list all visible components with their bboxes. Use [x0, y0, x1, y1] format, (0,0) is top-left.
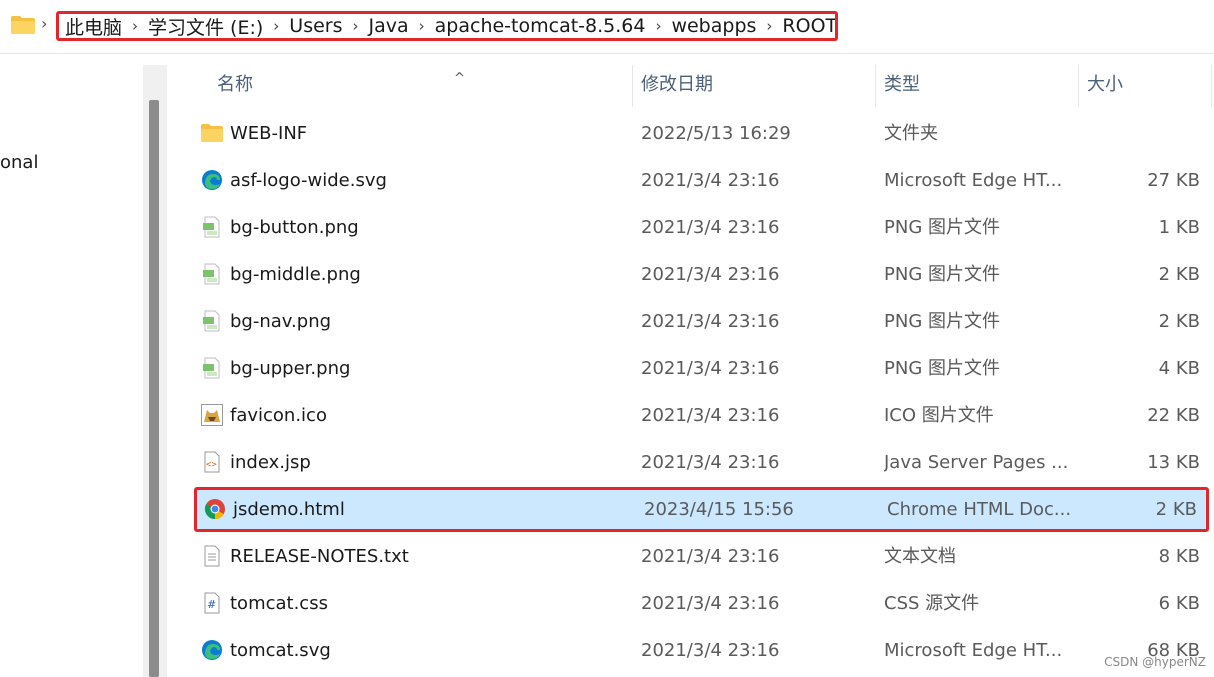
- column-divider[interactable]: [1211, 65, 1212, 107]
- file-date-modified: 2021/3/4 23:16: [641, 452, 780, 473]
- file-type: ICO 图片文件: [884, 405, 994, 426]
- file-row[interactable]: favicon.ico 2021/3/4 23:16 ICO 图片文件 22 KB: [194, 393, 1209, 438]
- file-size: 27 KB: [1147, 170, 1200, 191]
- breadcrumb-item[interactable]: Users: [289, 15, 342, 37]
- file-type: Java Server Pages ...: [884, 452, 1069, 473]
- chevron-right-icon[interactable]: ›: [132, 17, 138, 35]
- file-type: Chrome HTML Doc...: [887, 499, 1072, 520]
- file-name: bg-button.png: [230, 217, 359, 238]
- file-name: jsdemo.html: [233, 499, 345, 520]
- file-size: 13 KB: [1147, 452, 1200, 473]
- chevron-right-icon[interactable]: ›: [353, 17, 359, 35]
- file-date-modified: 2022/5/13 16:29: [641, 123, 791, 144]
- column-type[interactable]: 类型: [875, 65, 1078, 107]
- file-size: 2 KB: [1158, 311, 1200, 332]
- file-type: PNG 图片文件: [884, 217, 1000, 238]
- file-row[interactable]: bg-upper.png 2021/3/4 23:16 PNG 图片文件 4 KB: [194, 346, 1209, 391]
- file-name: index.jsp: [230, 452, 311, 473]
- file-name: tomcat.css: [230, 593, 328, 614]
- chevron-right-icon[interactable]: ›: [41, 14, 47, 33]
- file-date-modified: 2021/3/4 23:16: [641, 640, 780, 661]
- breadcrumb-item[interactable]: 学习文件 (E:): [148, 14, 263, 39]
- svg-text:#: #: [207, 598, 216, 611]
- file-date-modified: 2021/3/4 23:16: [641, 546, 780, 567]
- svg-text:<>: <>: [206, 460, 217, 470]
- file-row[interactable]: bg-button.png 2021/3/4 23:16 PNG 图片文件 1 KB: [194, 205, 1209, 250]
- address-bar: › 此电脑 › 学习文件 (E:) › Users › Java › apache-tomcat…: [0, 0, 1214, 54]
- file-name: RELEASE-NOTES.txt: [230, 546, 409, 567]
- file-type: Microsoft Edge HT...: [884, 170, 1063, 191]
- file-type: 文本文档: [884, 546, 956, 567]
- file-size: 8 KB: [1158, 546, 1200, 567]
- breadcrumb-item[interactable]: webapps: [671, 15, 756, 37]
- breadcrumb-item[interactable]: apache-tomcat-8.5.64: [435, 15, 646, 37]
- column-header: 名称 ^ 修改日期 类型 大小: [168, 65, 1214, 107]
- column-name-label: 名称: [217, 74, 253, 95]
- file-date-modified: 2023/4/15 15:56: [644, 499, 794, 520]
- watermark: CSDN @hyperNZ: [1104, 655, 1206, 669]
- sort-ascending-icon: ^: [454, 71, 465, 86]
- column-type-label: 类型: [884, 74, 920, 95]
- file-size: 4 KB: [1158, 358, 1200, 379]
- file-list: 名称 ^ 修改日期 类型 大小 WEB-INF 2022/5/13 16:29 文件…: [168, 54, 1214, 677]
- file-date-modified: 2021/3/4 23:16: [641, 217, 780, 238]
- file-type: PNG 图片文件: [884, 358, 1000, 379]
- file-date-modified: 2021/3/4 23:16: [641, 593, 780, 614]
- chevron-right-icon[interactable]: ›: [419, 17, 425, 35]
- file-type: PNG 图片文件: [884, 311, 1000, 332]
- column-modified[interactable]: 修改日期: [632, 65, 875, 107]
- file-row[interactable]: # tomcat.css 2021/3/4 23:16 CSS 源文件 6 KB: [194, 581, 1209, 626]
- column-size[interactable]: 大小: [1078, 65, 1211, 107]
- chevron-right-icon[interactable]: ›: [766, 17, 772, 35]
- file-date-modified: 2021/3/4 23:16: [641, 311, 780, 332]
- column-size-label: 大小: [1087, 74, 1123, 95]
- file-date-modified: 2021/3/4 23:16: [641, 264, 780, 285]
- breadcrumb: 此电脑 › 学习文件 (E:) › Users › Java › apache-tomcat-8…: [56, 11, 838, 41]
- file-name: bg-middle.png: [230, 264, 361, 285]
- file-type: PNG 图片文件: [884, 264, 1000, 285]
- file-name: asf-logo-wide.svg: [230, 170, 387, 191]
- file-size: 22 KB: [1147, 405, 1200, 426]
- file-size: 2 KB: [1158, 264, 1200, 285]
- nav-scrollbar-thumb[interactable]: [149, 100, 159, 677]
- file-name: bg-nav.png: [230, 311, 332, 332]
- breadcrumb-item[interactable]: ROOT: [782, 15, 835, 37]
- file-size: 2 KB: [1155, 499, 1197, 520]
- file-row[interactable]: WEB-INF 2022/5/13 16:29 文件夹: [194, 111, 1209, 156]
- file-row[interactable]: <> index.jsp 2021/3/4 23:16 Java Server Pag…: [194, 440, 1209, 485]
- column-modified-label: 修改日期: [641, 74, 713, 95]
- breadcrumb-item[interactable]: Java: [369, 15, 409, 37]
- file-row[interactable]: RELEASE-NOTES.txt 2021/3/4 23:16 文本文档 8 KB: [194, 534, 1209, 579]
- file-date-modified: 2021/3/4 23:16: [641, 405, 780, 426]
- column-name[interactable]: 名称 ^: [208, 65, 632, 107]
- file-row[interactable]: bg-nav.png 2021/3/4 23:16 PNG 图片文件 2 KB: [194, 299, 1209, 344]
- chevron-right-icon[interactable]: ›: [273, 17, 279, 35]
- file-date-modified: 2021/3/4 23:16: [641, 170, 780, 191]
- breadcrumb-item[interactable]: 此电脑: [65, 14, 122, 39]
- file-name: favicon.ico: [230, 405, 327, 426]
- file-name: WEB-INF: [230, 123, 308, 144]
- chevron-right-icon[interactable]: ›: [655, 17, 661, 35]
- file-size: 6 KB: [1158, 593, 1200, 614]
- file-size: 1 KB: [1158, 217, 1200, 238]
- file-row[interactable]: tomcat.svg 2021/3/4 23:16 Microsoft Edge H…: [194, 628, 1209, 673]
- file-name: tomcat.svg: [230, 640, 331, 661]
- file-row-selected[interactable]: jsdemo.html 2023/4/15 15:56 Chrome HTML Do…: [194, 487, 1209, 532]
- file-row[interactable]: asf-logo-wide.svg 2021/3/4 23:16 Microsoft…: [194, 158, 1209, 203]
- nav-item[interactable]: onal: [0, 152, 38, 173]
- navigation-pane: onal: [0, 54, 143, 677]
- file-type: CSS 源文件: [884, 593, 980, 614]
- file-type: Microsoft Edge HT...: [884, 640, 1063, 661]
- file-date-modified: 2021/3/4 23:16: [641, 358, 780, 379]
- file-name: bg-upper.png: [230, 358, 351, 379]
- folder-icon: [11, 16, 35, 34]
- file-row[interactable]: bg-middle.png 2021/3/4 23:16 PNG 图片文件 2 KB: [194, 252, 1209, 297]
- file-type: 文件夹: [884, 123, 938, 144]
